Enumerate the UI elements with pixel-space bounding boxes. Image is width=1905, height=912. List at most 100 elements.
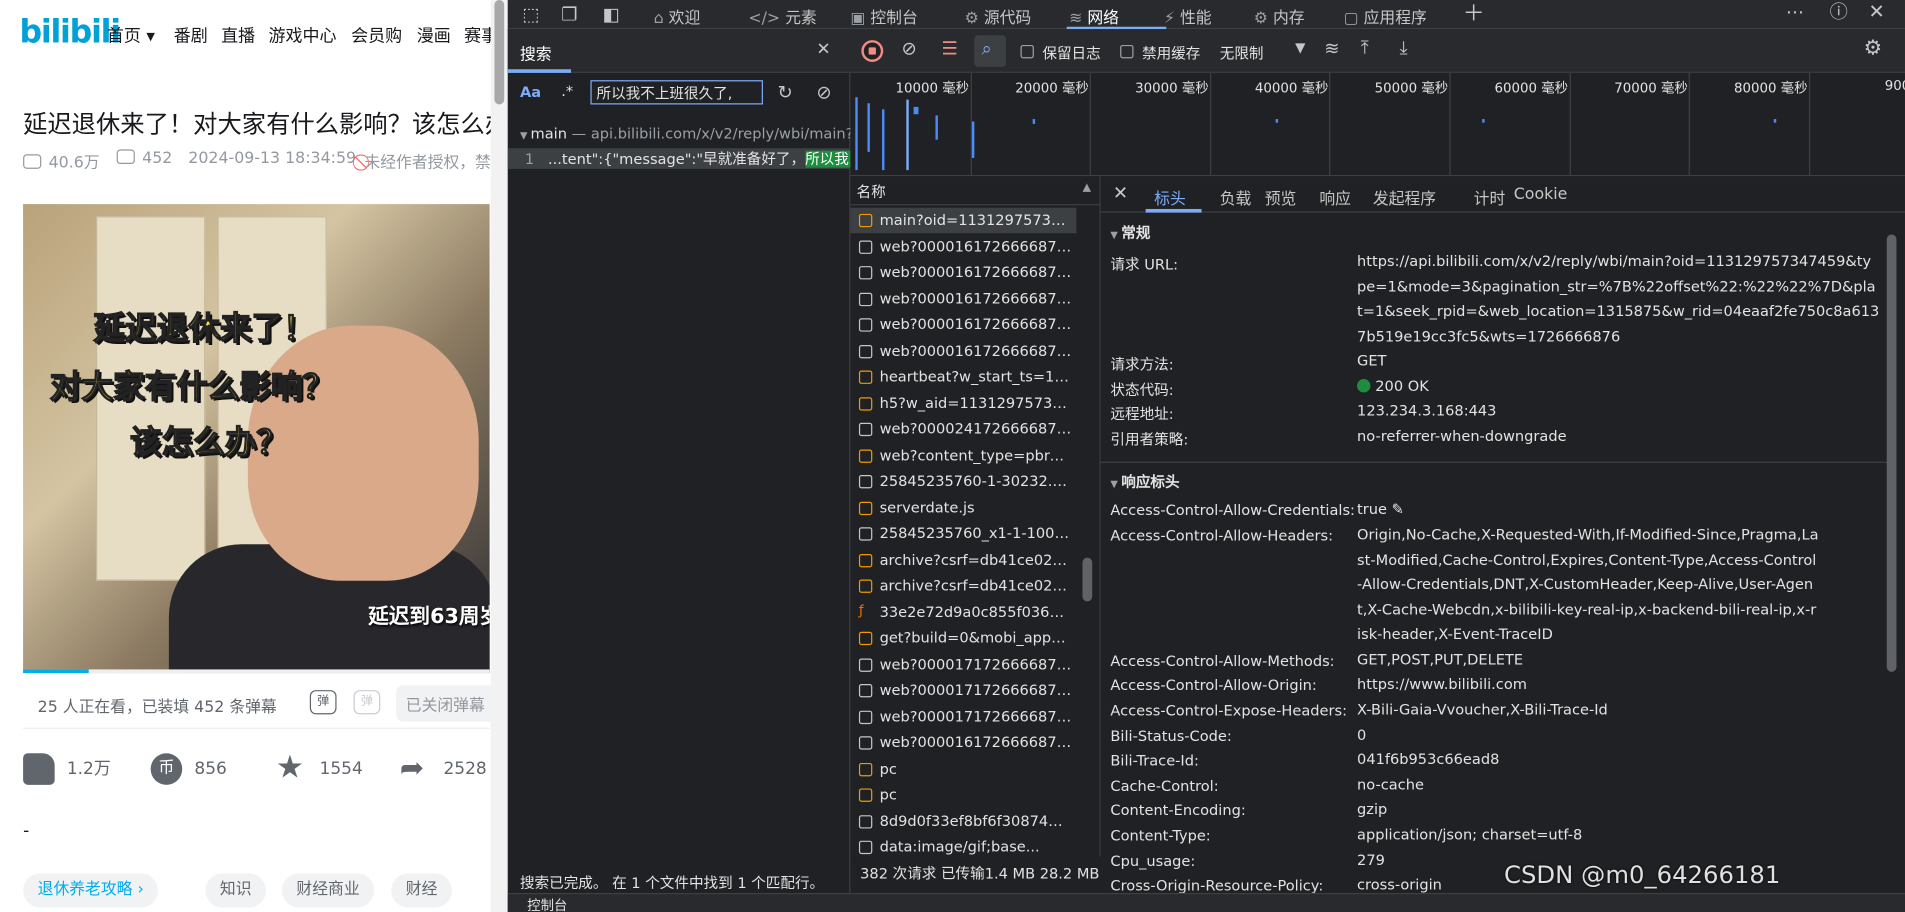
drawer-tab-console[interactable]: 控制台 xyxy=(527,895,567,912)
tag-item[interactable]: 财经 xyxy=(391,873,452,908)
devtools-tab-2[interactable]: ▣ 控制台 xyxy=(850,5,917,28)
danmaku-settings-icon[interactable]: 弹 xyxy=(353,690,381,715)
close-details-icon[interactable]: ✕ xyxy=(1113,184,1128,203)
header-value[interactable]: no-referrer-when-downgrade xyxy=(1357,424,1879,449)
tag-item[interactable]: 知识 xyxy=(205,873,267,908)
page-scrollbar[interactable] xyxy=(490,0,508,912)
detail-tab-3[interactable]: 响应 xyxy=(1319,186,1351,209)
header-value[interactable]: no-cache xyxy=(1357,773,1879,798)
tag-item[interactable]: 退休养老攻略 › xyxy=(23,873,159,908)
detail-tab-5[interactable]: 计时 xyxy=(1474,186,1506,209)
header-value[interactable]: https://api.bilibili.com/x/v2/reply/wbi/… xyxy=(1357,249,1879,349)
match-case-button[interactable]: Aa xyxy=(520,84,541,101)
chevron-down-icon[interactable]: ▼ xyxy=(1295,41,1305,54)
request-row[interactable]: web?000016172666687558... xyxy=(850,338,1076,364)
bilibili-logo[interactable]: bilibili xyxy=(19,15,121,51)
name-column-header[interactable]: 名称 ▲ xyxy=(850,176,1100,206)
request-row[interactable]: web?000016172666687557... xyxy=(850,286,1076,312)
export-har-icon[interactable]: ⤓ xyxy=(1400,38,1408,57)
request-row[interactable]: pc xyxy=(850,782,1076,808)
detail-tab-2[interactable]: 预览 xyxy=(1265,186,1297,209)
close-devtools-icon[interactable]: ✕ xyxy=(1869,2,1885,21)
request-list-scrollbar-thumb[interactable] xyxy=(1082,557,1093,602)
nav-item-2[interactable]: 直播 xyxy=(221,23,255,47)
request-row[interactable]: 8d9d0f33ef8bf6f308742752... xyxy=(850,809,1076,835)
request-row[interactable]: serverdate.js xyxy=(850,495,1076,521)
tab-search[interactable]: 搜索 xyxy=(520,41,552,64)
page-scrollbar-thumb[interactable] xyxy=(494,0,505,105)
request-row[interactable]: web?000024172666687400... xyxy=(850,417,1076,443)
preserve-log-checkbox[interactable] xyxy=(1020,44,1034,59)
header-value[interactable]: 200 OK xyxy=(1357,374,1879,399)
request-row[interactable]: main?oid=11312975734745... xyxy=(850,207,1077,234)
inspect-icon[interactable]: ⬚ xyxy=(522,5,539,24)
device-toggle-icon[interactable]: ❐ xyxy=(561,5,577,24)
detail-tab-1[interactable]: 负载 xyxy=(1220,186,1252,209)
detail-tab-6[interactable]: Cookie xyxy=(1514,186,1568,204)
video-progress[interactable] xyxy=(23,669,490,674)
refresh-icon[interactable]: ↻ xyxy=(778,83,793,102)
nav-item-0[interactable]: 首页 ▾ xyxy=(107,23,155,47)
request-row[interactable]: web?000017172666687595... xyxy=(850,652,1076,678)
nav-item-4[interactable]: 会员购 xyxy=(351,23,402,47)
search-input[interactable]: 所以我不上班很久了, xyxy=(590,80,763,105)
search-result-file[interactable]: ▼ main — api.bilibili.com/x/v2/reply/wbi… xyxy=(520,125,867,142)
regex-button[interactable]: .* xyxy=(561,83,573,100)
nav-item-1[interactable]: 番剧 xyxy=(174,23,208,47)
dock-icon[interactable]: ◧ xyxy=(603,5,620,24)
header-value[interactable]: GET xyxy=(1357,349,1879,374)
add-tab-icon[interactable]: ＋ xyxy=(1463,3,1485,26)
sort-icon[interactable]: ▲ xyxy=(1083,182,1091,194)
request-list-scrollbar[interactable] xyxy=(1076,205,1099,856)
request-row[interactable]: 25845235760_x1-1-100024.... xyxy=(850,521,1076,547)
header-value[interactable]: 041f6b953c66ead8 xyxy=(1357,747,1879,772)
tag-item[interactable]: 财经商业 xyxy=(281,873,375,908)
general-section-title[interactable]: 常规 xyxy=(1110,222,1150,243)
request-row[interactable]: ƒ 33e2e72d9a0c855f036b4cb... xyxy=(850,600,1076,626)
network-conditions-icon[interactable]: ≋ xyxy=(1324,39,1339,58)
request-row[interactable]: pc xyxy=(850,756,1076,782)
header-value[interactable]: 123.234.3.168:443 xyxy=(1357,398,1879,423)
search-result-line[interactable]: 1 ...tent":{"message":"早就准备好了，所以我... xyxy=(507,148,863,169)
request-row[interactable]: web?content_type=pbreque... xyxy=(850,443,1076,469)
more-icon[interactable]: ⋯ xyxy=(1786,3,1804,22)
request-row[interactable]: web?000016172666687558... xyxy=(850,312,1076,338)
devtools-tab-0[interactable]: ⌂ 欢迎 xyxy=(654,5,701,28)
request-row[interactable]: get?build=0&mobi_app=w... xyxy=(850,626,1076,652)
import-har-icon[interactable]: ⤒ xyxy=(1361,38,1369,57)
devtools-tab-3[interactable]: ⚙ 源代码 xyxy=(965,5,1032,28)
clear-icon[interactable]: ⊘ xyxy=(816,83,831,102)
share-button[interactable]: ➦ 2528 xyxy=(400,753,487,785)
request-row[interactable]: archive?csrf=db41ce029cbe... xyxy=(850,573,1076,599)
request-row[interactable]: web?000016172666687555... xyxy=(850,234,1076,260)
header-value[interactable]: 0 xyxy=(1357,723,1879,748)
details-scrollbar-thumb[interactable] xyxy=(1886,234,1897,672)
favorite-button[interactable]: ★ 1554 xyxy=(276,752,363,785)
danmaku-toggle-icon[interactable]: 弹 xyxy=(309,690,337,715)
devtools-tab-7[interactable]: ▢ 应用程序 xyxy=(1344,5,1427,28)
devtools-tab-6[interactable]: ⚙ 内存 xyxy=(1254,5,1305,28)
filter-icon[interactable]: ☰ xyxy=(942,39,958,58)
header-value[interactable]: true ✎ xyxy=(1357,497,1879,522)
details-scrollbar[interactable] xyxy=(1883,222,1900,912)
header-value[interactable]: gzip xyxy=(1357,797,1879,822)
like-button[interactable]: 1.2万 xyxy=(23,753,111,785)
throttle-select[interactable]: 无限制 xyxy=(1220,43,1264,64)
header-value[interactable]: https://www.bilibili.com xyxy=(1357,672,1879,697)
request-row[interactable]: web?000016172666687545... xyxy=(850,730,1076,756)
request-row[interactable]: web?000017172666687596... xyxy=(850,704,1076,730)
request-row[interactable]: h5?w_aid=11312975734745... xyxy=(850,391,1076,417)
header-value[interactable]: application/json; charset=utf-8 xyxy=(1357,822,1879,847)
nav-item-3[interactable]: 游戏中心 xyxy=(268,23,336,47)
danmaku-input[interactable]: 已关闭弹幕 xyxy=(396,685,506,722)
help-icon[interactable]: ⓘ xyxy=(1830,3,1848,22)
header-value[interactable]: Origin,No-Cache,X-Requested-With,If-Modi… xyxy=(1357,522,1819,647)
response-headers-title[interactable]: 响应标头 xyxy=(1110,471,1179,492)
request-row[interactable]: web?000017172666687596... xyxy=(850,678,1076,704)
request-row[interactable]: 25845235760-1-30232.m4s... xyxy=(850,469,1076,495)
devtools-tab-5[interactable]: ⚡ 性能 xyxy=(1164,5,1212,28)
close-search-icon[interactable]: ✕ xyxy=(816,41,830,58)
header-value[interactable]: X-Bili-Gaia-Vvoucher,X-Bili-Trace-Id xyxy=(1357,697,1879,722)
detail-tab-0[interactable]: 标头 xyxy=(1154,186,1186,209)
request-row[interactable]: heartbeat?w_start_ts=17266... xyxy=(850,364,1076,390)
